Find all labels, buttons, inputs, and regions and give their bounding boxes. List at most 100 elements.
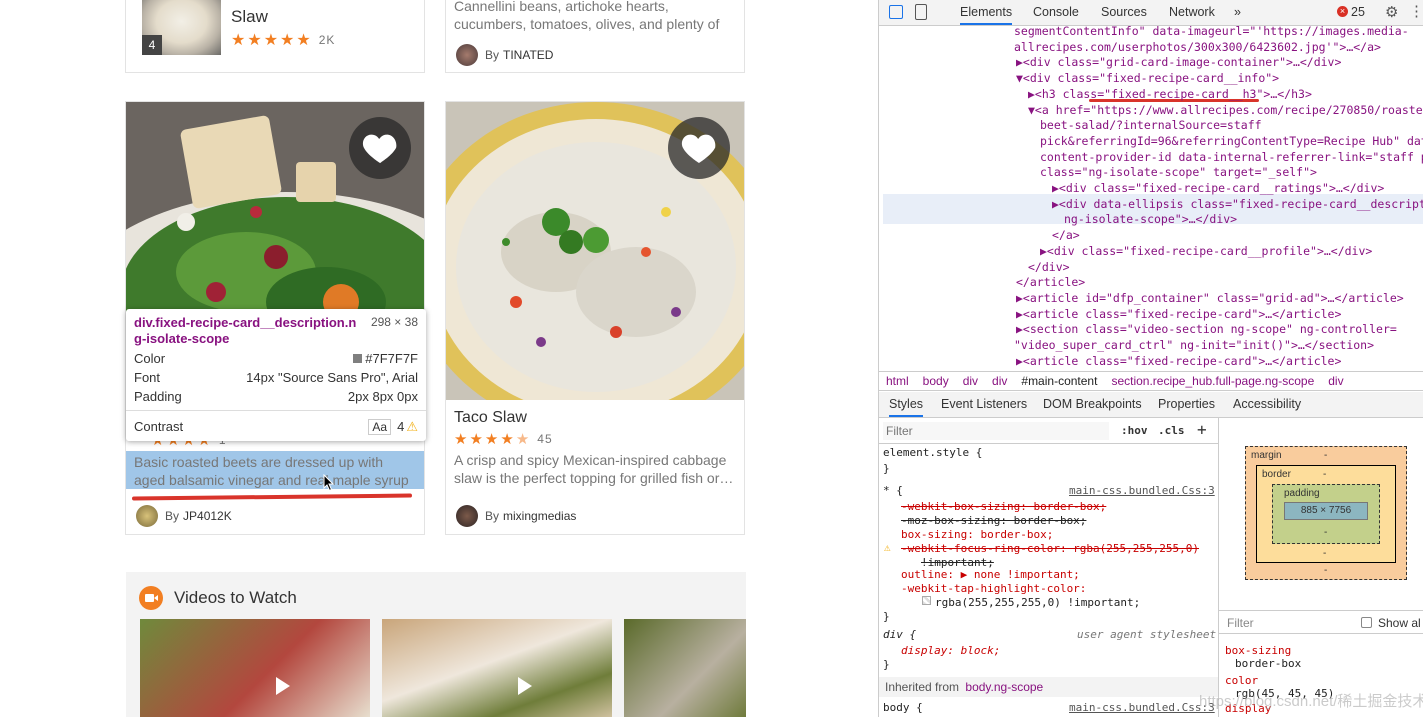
show-all-checkbox[interactable] <box>1361 617 1372 628</box>
box-model-margin[interactable]: margin - border - padding 885 × 7756 - -… <box>1245 446 1407 580</box>
style-rule-line[interactable]: -webkit-box-sizing: border-box; <box>901 500 1106 513</box>
dom-node-line[interactable]: ng-isolate-scope">…</div> <box>1064 212 1237 226</box>
dom-node-line[interactable]: ▶<article id="dfp_container" class="grid… <box>1016 291 1404 305</box>
color-swatch[interactable] <box>922 596 931 605</box>
dom-node-line[interactable]: ▶<h3 class="fixed-recipe-card__h3">…</h3… <box>1028 87 1312 101</box>
dom-node-line[interactable]: ▶<div data-ellipsis class="fixed-recipe-… <box>1052 197 1423 211</box>
video-thumbnail[interactable] <box>140 619 370 717</box>
breadcrumb-item[interactable]: div <box>963 374 978 388</box>
recipe-thumbnail[interactable]: 4 <box>142 0 221 55</box>
box-model-content[interactable]: 885 × 7756 <box>1284 502 1368 520</box>
style-rule-line[interactable]: display: block; <box>901 644 1000 657</box>
recipe-description[interactable]: A crisp and spicy Mexican-inspired cabba… <box>454 451 744 489</box>
dom-node-line[interactable]: allrecipes.com/userphotos/300x300/642360… <box>1014 40 1381 54</box>
dom-node-line[interactable]: ▶<div class="fixed-recipe-card__ratings"… <box>1052 181 1384 195</box>
inherited-value[interactable]: body.ng-scope <box>965 680 1043 694</box>
breadcrumb-item[interactable]: section.recipe_hub.full-page.ng-scope <box>1111 374 1314 388</box>
recipe-card-top-right[interactable]: Cannellini beans, artichoke hearts, cucu… <box>445 0 745 73</box>
dom-node-line[interactable]: ▶<div class="fixed-recipe-card__profile"… <box>1040 244 1372 258</box>
style-rule-line[interactable]: } <box>883 462 890 475</box>
computed-property-name[interactable]: box-sizing <box>1225 644 1291 657</box>
tab-sources[interactable]: Sources <box>1101 5 1147 19</box>
device-toolbar-icon[interactable] <box>915 4 927 20</box>
tooltip-color-label: Color <box>134 351 166 366</box>
box-model-border[interactable]: border - padding 885 × 7756 - - <box>1256 465 1396 563</box>
rule-source-link[interactable]: main-css.bundled.Css:3 <box>1069 701 1215 714</box>
dom-node-line[interactable]: "video_super_card_ctrl" ng-init="init()"… <box>1014 338 1374 352</box>
breadcrumb-item[interactable]: #main-content <box>1021 374 1097 388</box>
dom-node-line[interactable]: ▶<div class="grid-card-image-container">… <box>1016 55 1341 69</box>
recipe-byline[interactable]: By TINATED <box>456 44 553 66</box>
tab-console[interactable]: Console <box>1033 5 1079 19</box>
video-thumbnail[interactable] <box>382 619 612 717</box>
recipe-byline[interactable]: By JP4012K <box>136 505 232 527</box>
dom-node-line[interactable]: beet-salad/?internalSource=staff <box>1040 118 1262 132</box>
tab-elements[interactable]: Elements <box>960 5 1013 25</box>
error-count[interactable]: 25 <box>1351 5 1365 19</box>
dom-node-line[interactable]: ▶<section class="video-section ng-scope"… <box>1016 322 1397 336</box>
hov-toggle[interactable]: :hov <box>1121 424 1148 437</box>
style-rule-line[interactable]: box-sizing: border-box; <box>901 528 1053 541</box>
tab-event-listeners[interactable]: Event Listeners <box>941 397 1027 411</box>
styles-filter-input[interactable] <box>883 422 1109 440</box>
more-tabs-button[interactable]: » <box>1234 5 1241 19</box>
box-model-padding[interactable]: padding 885 × 7756 - <box>1272 484 1380 544</box>
add-rule-button[interactable]: + <box>1197 420 1207 439</box>
recipe-byline[interactable]: By mixingmedias <box>456 505 576 527</box>
inspect-element-icon[interactable] <box>889 5 903 19</box>
dom-node-line[interactable]: ▼<div class="fixed-recipe-card__info"> <box>1016 71 1279 85</box>
tab-properties[interactable]: Properties <box>1158 397 1215 411</box>
recipe-description[interactable]: Basic roasted beets are dressed up with … <box>126 451 424 489</box>
dom-node-line[interactable]: </div> <box>1028 260 1070 274</box>
dom-node-line[interactable]: pick&referringId=96&referringContentType… <box>1040 134 1423 148</box>
style-rule-line[interactable]: -moz-box-sizing: border-box; <box>901 514 1086 527</box>
dom-node-line[interactable]: ▶<article class="fixed-recipe-card">…</a… <box>1016 307 1341 321</box>
dom-node-line[interactable]: ▼<a href="https://www.allrecipes.com/rec… <box>1028 103 1423 117</box>
error-icon[interactable]: × <box>1337 6 1348 17</box>
style-rule-line[interactable]: div { <box>883 628 916 641</box>
play-icon[interactable] <box>518 677 532 695</box>
breadcrumb-item[interactable]: div <box>992 374 1007 388</box>
style-rule-line[interactable]: * { <box>883 484 903 497</box>
dom-node-line[interactable]: </article> <box>1016 275 1085 289</box>
breadcrumb-item[interactable]: div <box>1328 374 1343 388</box>
dom-tree[interactable]: segmentContentInfo" data-imageurl="'http… <box>879 26 1423 371</box>
play-icon[interactable] <box>276 677 290 695</box>
author-name[interactable]: mixingmedias <box>503 509 576 523</box>
tab-dom-breakpoints[interactable]: DOM Breakpoints <box>1043 397 1142 411</box>
dom-node-line[interactable]: </a> <box>1052 228 1080 242</box>
computed-filter-input[interactable]: Filter <box>1227 616 1254 630</box>
video-thumbnail[interactable] <box>624 619 746 717</box>
style-rule-line[interactable]: -webkit-focus-ring-color: rgba(255,255,2… <box>901 542 1199 555</box>
recipe-description[interactable]: Cannellini beans, artichoke hearts, cucu… <box>454 0 739 33</box>
settings-gear-icon[interactable]: ⚙ <box>1385 3 1398 21</box>
author-name[interactable]: JP4012K <box>183 509 232 523</box>
style-rule-line[interactable]: element.style { <box>883 446 982 459</box>
breadcrumb-item[interactable]: html <box>886 374 909 388</box>
recipe-card-taco-slaw[interactable]: Taco Slaw ★ ★ ★ ★ ★ 45 A crisp and spicy Mex… <box>445 101 745 535</box>
cls-toggle[interactable]: .cls <box>1158 424 1185 437</box>
author-name[interactable]: TINATED <box>503 48 553 62</box>
style-rule-line[interactable]: } <box>883 658 890 671</box>
computed-property-name[interactable]: color <box>1225 674 1258 687</box>
style-rule-line[interactable]: outline: ▶ none !important; <box>901 568 1080 581</box>
style-rule-line[interactable]: rgba(255,255,255,0) !important; <box>935 596 1140 609</box>
recipe-card-top-left[interactable]: 4 Slaw ★ ★ ★ ★ ★ 2K <box>125 0 425 73</box>
style-rule-line[interactable]: -webkit-tap-highlight-color: <box>901 582 1086 595</box>
rule-source-link[interactable]: main-css.bundled.Css:3 <box>1069 484 1215 497</box>
dom-node-line[interactable]: content-provider-id data-internal-referr… <box>1040 150 1423 164</box>
tab-accessibility[interactable]: Accessibility <box>1233 397 1301 411</box>
recipe-title[interactable]: Taco Slaw <box>454 409 527 427</box>
save-favorite-button[interactable] <box>349 117 411 179</box>
tab-network[interactable]: Network <box>1169 5 1215 19</box>
menu-kebab-icon[interactable]: ⋮ <box>1409 2 1423 20</box>
tab-styles[interactable]: Styles <box>889 397 924 417</box>
breadcrumb-item[interactable]: body <box>923 374 949 388</box>
save-favorite-button[interactable] <box>668 117 730 179</box>
dom-node-line[interactable]: segmentContentInfo" data-imageurl="'http… <box>1014 26 1409 38</box>
style-rule-line[interactable]: body { <box>883 701 923 714</box>
recipe-title[interactable]: Slaw <box>231 7 268 27</box>
dom-node-line[interactable]: ▶<article class="fixed-recipe-card">…</a… <box>1016 354 1341 368</box>
dom-node-line[interactable]: class="ng-isolate-scope" target="_self"> <box>1040 165 1317 179</box>
style-rule-line[interactable]: } <box>883 610 890 623</box>
